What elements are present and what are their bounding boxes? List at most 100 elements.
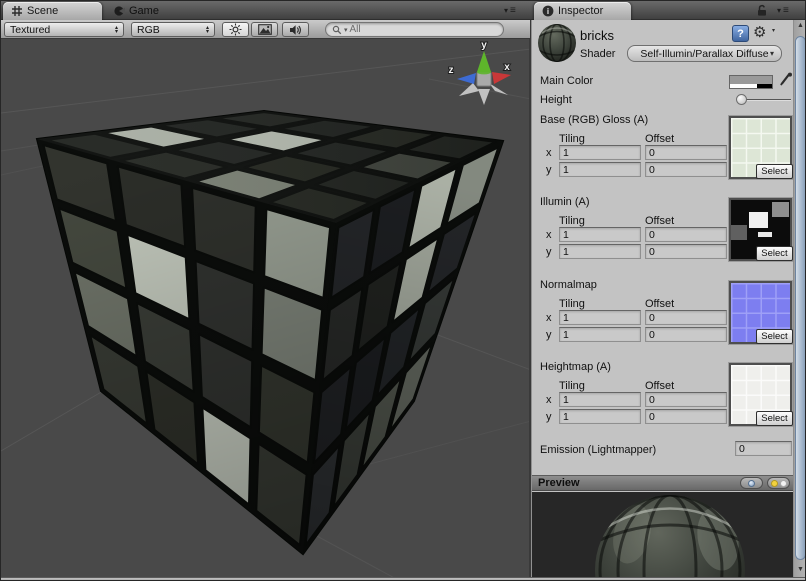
tab-scene[interactable]: Scene	[3, 2, 102, 20]
svg-text:i: i	[547, 7, 549, 16]
main-color-swatch[interactable]	[729, 75, 773, 89]
gizmo-axis-label: x	[504, 62, 510, 73]
render-channel-value: RGB	[137, 24, 160, 36]
height-label: Height	[540, 94, 572, 106]
scene-search-input[interactable]: ▾ All	[325, 22, 504, 37]
hamburger-icon: ≡	[783, 5, 790, 16]
tab-scene-label: Scene	[27, 5, 58, 17]
offset-y-field[interactable]: 0	[645, 162, 727, 177]
info-icon: i	[542, 5, 554, 17]
texture-cell	[772, 202, 789, 217]
axis-label-y: y	[546, 246, 552, 258]
tiling-header: Tiling	[559, 215, 585, 227]
select-texture-button[interactable]: Select	[756, 246, 793, 261]
tiling-y-field[interactable]: 1	[559, 162, 641, 177]
eyedropper-icon[interactable]	[778, 72, 793, 92]
light-off-icon	[780, 480, 787, 487]
gear-icon[interactable]: ⚙▾	[753, 23, 773, 42]
tiling-y-field[interactable]: 1	[559, 409, 641, 424]
tab-strip: Scene Game ▾≡ i Inspector ▾≡	[1, 1, 806, 20]
cube-object[interactable]	[37, 111, 503, 554]
height-slider-thumb[interactable]	[736, 94, 747, 105]
chevron-down-icon: ▾	[777, 6, 782, 15]
inspector-panel-menu[interactable]: ▾≡	[777, 3, 790, 17]
unity-editor-window: Scene Game ▾≡ i Inspector ▾≡	[0, 0, 806, 581]
search-icon	[332, 25, 342, 35]
offset-y-field[interactable]: 0	[645, 409, 727, 424]
draw-mode-dropdown[interactable]: Textured ▴▾	[4, 22, 124, 37]
scene-skybox-toggle[interactable]	[251, 22, 278, 37]
material-name: bricks	[580, 28, 614, 43]
offset-header: Offset	[645, 380, 674, 392]
select-texture-button[interactable]: Select	[756, 164, 793, 179]
chevron-down-icon: ▾	[770, 49, 774, 58]
preview-area[interactable]	[532, 492, 794, 577]
gizmo-axis-label: z	[449, 65, 454, 76]
preview-model-button[interactable]	[740, 477, 763, 489]
tab-game-label: Game	[129, 5, 159, 17]
offset-y-field[interactable]: 0	[645, 244, 727, 259]
gizmo-neutral-axis[interactable]	[478, 89, 490, 105]
chevron-down-icon: ▾	[772, 22, 775, 41]
preview-lighting-button[interactable]	[767, 477, 790, 489]
offset-x-field[interactable]: 0	[645, 227, 727, 242]
offset-y-field[interactable]: 0	[645, 327, 727, 342]
tiling-x-field[interactable]: 1	[559, 227, 641, 242]
texture-map-section: Normalmap Tiling Offset x y 1 0 1 0 Sele…	[532, 277, 794, 355]
emission-label: Emission (Lightmapper)	[540, 444, 656, 456]
stepper-arrows-icon: ▴▾	[115, 26, 118, 34]
image-icon	[258, 24, 272, 35]
tiling-y-field[interactable]: 1	[559, 327, 641, 342]
offset-header: Offset	[645, 133, 674, 145]
axis-label-x: x	[546, 312, 552, 324]
tiling-y-field[interactable]: 1	[559, 244, 641, 259]
render-channel-dropdown[interactable]: RGB ▴▾	[131, 22, 215, 37]
game-icon	[113, 5, 125, 17]
tiling-x-field[interactable]: 1	[559, 392, 641, 407]
gizmo-axis-label: y	[481, 40, 487, 51]
shader-label: Shader	[580, 48, 615, 60]
offset-x-field[interactable]: 0	[645, 145, 727, 160]
tab-game[interactable]: Game	[105, 2, 205, 20]
scene-viewport[interactable]: y x z	[1, 39, 531, 577]
light-on-icon	[771, 480, 778, 487]
inspector-scrollbar[interactable]: ▲ ▼	[793, 20, 806, 577]
search-value: All	[350, 24, 361, 35]
tiling-x-field[interactable]: 1	[559, 310, 641, 325]
help-icon[interactable]: ?	[732, 25, 749, 42]
map-label: Heightmap (A)	[540, 361, 611, 373]
texture-cell	[758, 232, 773, 237]
gizmo-neutral-axis[interactable]	[459, 83, 479, 96]
axis-label-y: y	[546, 329, 552, 341]
tiling-x-field[interactable]: 1	[559, 145, 641, 160]
scene-grid-line	[1, 391, 103, 451]
draw-mode-value: Textured	[10, 24, 50, 36]
shader-dropdown[interactable]: Self-Illumin/Parallax Diffuse ▾	[627, 45, 782, 62]
offset-x-field[interactable]: 0	[645, 310, 727, 325]
scroll-up-icon[interactable]: ▲	[794, 22, 806, 29]
search-filter-arrow-icon: ▾	[344, 26, 348, 34]
gizmo-z-axis[interactable]	[457, 73, 476, 84]
scrollbar-thumb[interactable]	[795, 36, 806, 560]
window-bottom-edge	[1, 577, 806, 581]
tab-inspector[interactable]: i Inspector	[534, 2, 631, 20]
scene-panel-menu[interactable]: ▾≡	[504, 3, 517, 17]
tiling-header: Tiling	[559, 298, 585, 310]
gizmo-x-axis[interactable]	[492, 72, 511, 84]
hamburger-icon: ≡	[510, 5, 517, 16]
gizmo-neutral-axis[interactable]	[489, 83, 508, 95]
scene-grid-icon	[11, 5, 23, 17]
scene-lighting-toggle[interactable]	[222, 22, 249, 37]
scroll-down-icon[interactable]: ▼	[794, 566, 806, 573]
select-texture-button[interactable]: Select	[756, 411, 793, 426]
stepper-arrows-icon: ▴▾	[206, 26, 209, 34]
preview-header[interactable]: Preview	[532, 475, 794, 491]
emission-field[interactable]: 0	[735, 441, 792, 456]
offset-x-field[interactable]: 0	[645, 392, 727, 407]
select-texture-button[interactable]: Select	[756, 329, 793, 344]
orientation-gizmo[interactable]: y x z	[449, 40, 512, 105]
texture-map-section: Base (RGB) Gloss (A) Tiling Offset x y 1…	[532, 112, 794, 190]
preview-sphere	[532, 492, 794, 577]
scene-audio-toggle[interactable]	[282, 22, 309, 37]
scene-toolbar: Textured ▴▾ RGB ▴▾	[1, 20, 531, 39]
